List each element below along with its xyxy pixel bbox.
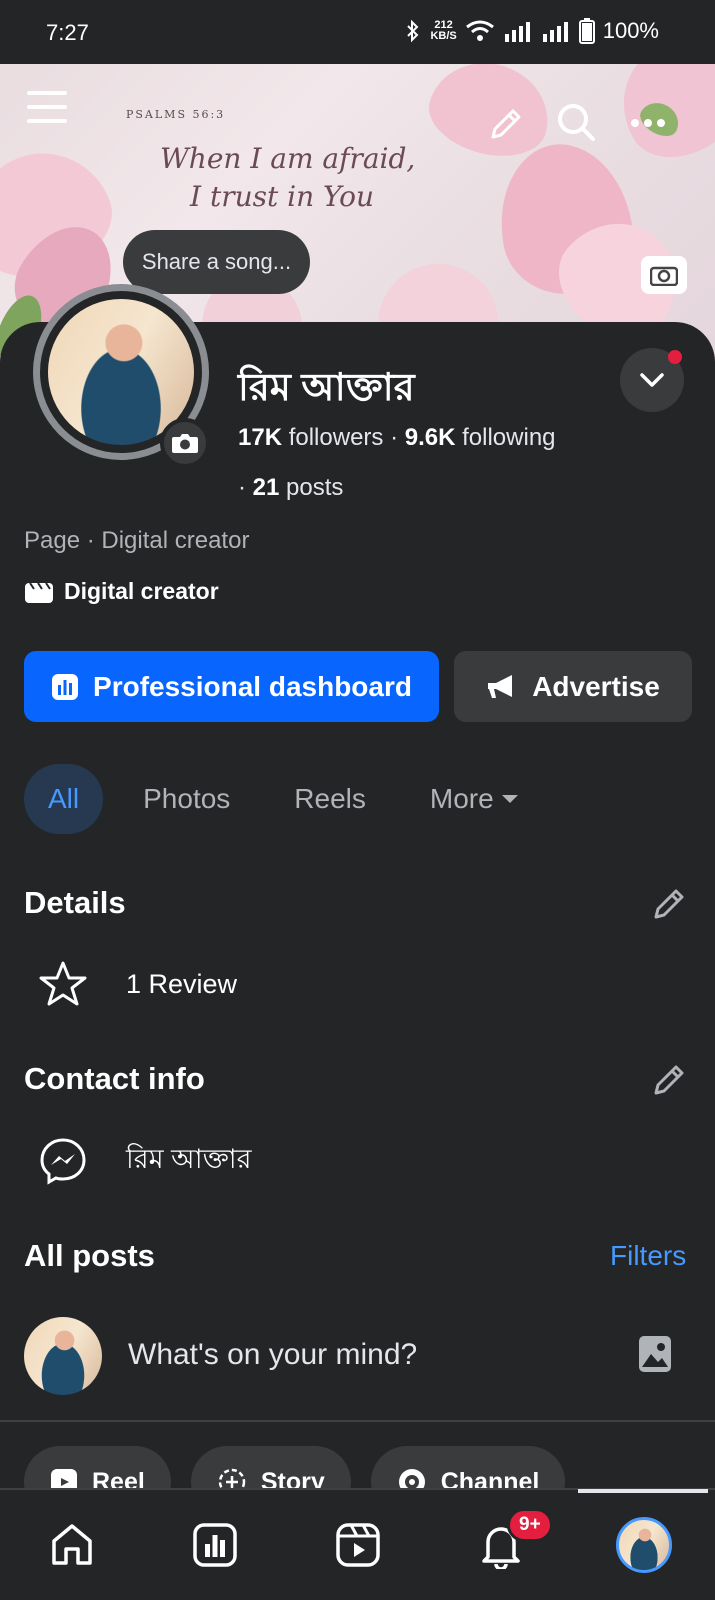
search-icon xyxy=(558,104,595,141)
megaphone-icon xyxy=(488,674,513,698)
pencil-icon xyxy=(491,109,521,139)
cover-verse-label: PSALMS 56:3 xyxy=(126,108,226,121)
post-composer-input[interactable]: What's on your mind? xyxy=(128,1338,417,1372)
notifications-badge: 9+ xyxy=(507,1508,553,1542)
edit-details-button[interactable] xyxy=(650,885,690,925)
pencil-icon xyxy=(654,1065,684,1095)
more-dots-icon xyxy=(631,119,665,127)
filters-link[interactable]: Filters xyxy=(610,1240,686,1272)
notification-dot xyxy=(668,350,682,364)
tab-more[interactable]: More xyxy=(406,764,544,834)
messenger-name: রিম আক্তার xyxy=(126,1143,252,1174)
nav-profile-avatar xyxy=(615,1517,672,1573)
nav-video[interactable] xyxy=(286,1490,429,1600)
edit-contact-button[interactable] xyxy=(650,1061,690,1101)
followers-label[interactable]: followers xyxy=(289,424,384,451)
cover-camera-button[interactable] xyxy=(641,256,687,294)
tab-all[interactable]: All xyxy=(24,764,104,834)
messenger-contact-row[interactable]: রিম আক্তার xyxy=(38,1136,251,1186)
home-icon xyxy=(51,1524,92,1565)
contact-info-heading: Contact info xyxy=(24,1061,205,1096)
following-label[interactable]: following xyxy=(462,424,555,451)
advertise-button[interactable]: Advertise xyxy=(454,651,692,722)
nav-dashboard[interactable] xyxy=(143,1490,286,1600)
menu-button[interactable] xyxy=(24,84,70,130)
clapperboard-icon xyxy=(25,581,53,603)
hamburger-icon xyxy=(27,91,67,123)
advertise-label: Advertise xyxy=(532,670,660,702)
more-options-button[interactable] xyxy=(626,108,670,138)
network-speed: 212 KB/S xyxy=(430,19,457,42)
followers-count[interactable]: 17K xyxy=(238,424,282,451)
page-type-label: Page · Digital creator xyxy=(24,527,250,554)
caret-down-icon xyxy=(501,795,518,803)
active-tab-indicator xyxy=(578,1489,708,1493)
pencil-icon xyxy=(654,889,684,919)
dashboard-icon xyxy=(192,1523,237,1567)
add-photo-button[interactable] xyxy=(637,1334,675,1374)
profile-stats: 17K followers · 9.6K following xyxy=(238,424,556,451)
wifi-icon xyxy=(465,20,494,41)
chevron-down-icon xyxy=(640,373,664,387)
battery-level: 100% xyxy=(602,18,659,43)
avatar-camera-button[interactable] xyxy=(160,418,210,468)
nav-notifications[interactable]: 9+ xyxy=(429,1490,572,1600)
posts-label: posts xyxy=(286,474,344,501)
professional-dashboard-label: Professional dashboard xyxy=(93,670,412,702)
messenger-icon xyxy=(40,1138,86,1185)
profile-tabs: All Photos Reels More xyxy=(24,764,560,834)
signal-icon-2 xyxy=(542,22,568,42)
nav-profile[interactable] xyxy=(572,1490,715,1600)
composer-avatar[interactable] xyxy=(24,1317,102,1395)
profile-posts-stat: · 21 posts xyxy=(238,474,344,501)
camera-icon xyxy=(650,266,678,286)
following-count[interactable]: 9.6K xyxy=(405,424,456,451)
tab-reels[interactable]: Reels xyxy=(270,764,390,834)
status-icons: 212 KB/S 100% xyxy=(404,18,659,44)
tab-more-label: More xyxy=(429,783,494,814)
photo-icon xyxy=(639,1336,671,1372)
nav-home[interactable] xyxy=(0,1490,143,1600)
details-heading: Details xyxy=(24,885,126,920)
reviews-row[interactable]: 1 Review xyxy=(38,960,237,1008)
status-bar: 7:27 212 KB/S 100% xyxy=(0,0,715,64)
bluetooth-icon xyxy=(407,19,419,43)
clock: 7:27 xyxy=(46,20,89,45)
tab-photos[interactable]: Photos xyxy=(119,764,254,834)
video-reels-icon xyxy=(335,1523,380,1567)
all-posts-heading: All posts xyxy=(24,1238,155,1273)
battery-icon xyxy=(578,18,595,44)
category-label: Digital creator xyxy=(64,578,219,604)
dashboard-chart-icon xyxy=(52,673,79,700)
signal-icon xyxy=(504,22,530,42)
star-icon xyxy=(39,961,87,1006)
camera-icon xyxy=(172,434,198,453)
edit-profile-button[interactable] xyxy=(484,102,528,146)
search-button[interactable] xyxy=(554,100,598,144)
reviews-label: 1 Review xyxy=(126,968,238,999)
posts-count: 21 xyxy=(252,474,280,501)
cover-verse-text: When I am afraid, I trust in You xyxy=(160,142,416,213)
professional-dashboard-button[interactable]: Professional dashboard xyxy=(24,651,439,722)
category-row: Digital creator xyxy=(24,578,219,605)
bottom-navigation: 9+ xyxy=(0,1488,715,1600)
profile-name: রিম আক্তার xyxy=(238,367,415,409)
share-song-tooltip[interactable]: Share a song... xyxy=(123,230,310,294)
composer-divider xyxy=(0,1420,715,1422)
